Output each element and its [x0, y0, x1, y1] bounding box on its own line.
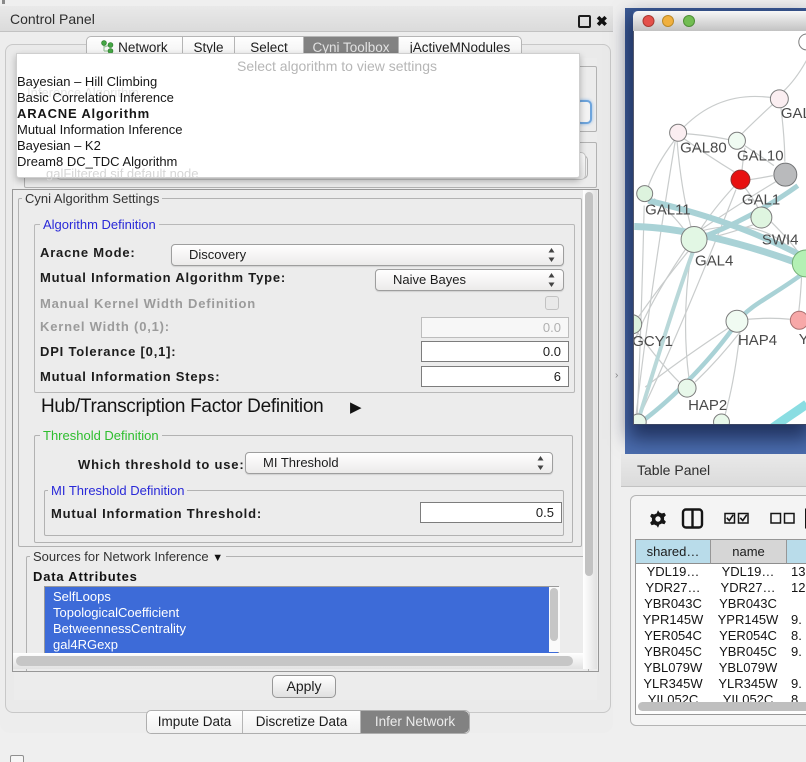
svg-text:GCY1: GCY1: [633, 333, 673, 350]
svg-text:GAL1: GAL1: [742, 192, 780, 209]
svg-text:GAL10: GAL10: [737, 148, 784, 165]
svg-text:HAP2: HAP2: [688, 397, 727, 414]
svg-text:Y: Y: [799, 331, 806, 348]
svg-text:HAP4: HAP4: [738, 332, 777, 349]
svg-text:GAL11: GAL11: [645, 202, 690, 219]
svg-text:SWI4: SWI4: [762, 231, 799, 248]
svg-text:GAL80: GAL80: [680, 140, 727, 157]
svg-text:GAL: GAL: [781, 105, 806, 122]
svg-text:GAL4: GAL4: [695, 252, 733, 269]
